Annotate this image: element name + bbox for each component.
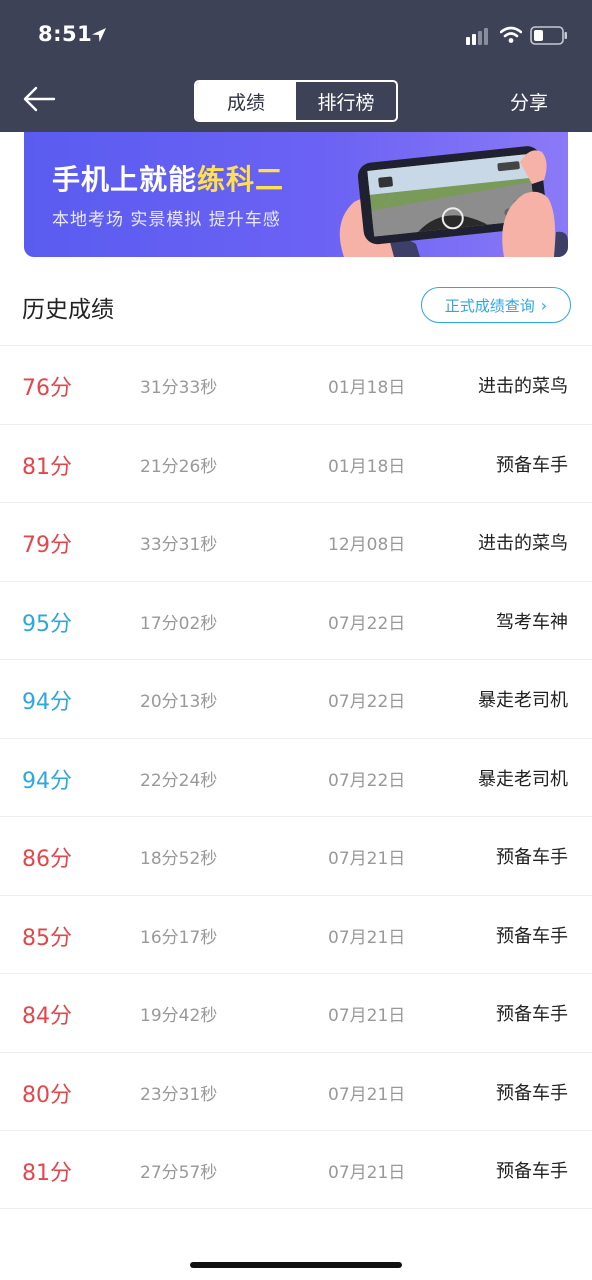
rank-title: 预备车手 (496, 925, 568, 947)
banner-title-highlight: 练科二 (197, 163, 285, 196)
exam-date: 07月21日 (328, 927, 406, 948)
score-row[interactable]: 84分 19分42秒 07月21日 预备车手 (0, 973, 592, 1052)
battery-icon (530, 26, 567, 45)
exam-duration: 31分33秒 (140, 378, 218, 398)
rank-title: 预备车手 (496, 1082, 568, 1104)
rank-title: 暴走老司机 (478, 690, 568, 711)
exam-date: 07月21日 (328, 1006, 406, 1026)
score-value: 79分 (22, 533, 72, 558)
exam-date: 07月21日 (328, 1163, 406, 1183)
exam-duration: 21分26秒 (140, 456, 218, 477)
banner-subtitle: 本地考场 实景模拟 提升车感 (52, 210, 281, 230)
home-indicator[interactable] (190, 1262, 402, 1268)
score-row[interactable]: 79分 33分31秒 12月08日 进击的菜鸟 (0, 502, 592, 581)
banner-title: 手机上就能练科二 (52, 158, 284, 198)
exam-duration: 18分52秒 (140, 849, 218, 869)
exam-date: 12月08日 (328, 535, 406, 555)
score-value: 85分 (22, 925, 72, 951)
rank-title: 进击的菜鸟 (478, 533, 568, 554)
back-arrow-icon[interactable] (22, 84, 56, 114)
history-section-title: 历史成绩 (22, 297, 114, 323)
score-row[interactable]: 85分 16分17秒 07月21日 预备车手 (0, 894, 592, 974)
rank-title: 预备车手 (496, 1161, 568, 1182)
score-row[interactable]: 94分 22分24秒 07月22日 暴走老司机 (0, 737, 592, 817)
score-value: 84分 (22, 1004, 72, 1029)
phone-game-illustration (339, 146, 568, 257)
score-value: 94分 (22, 690, 72, 715)
tab-leaderboard[interactable]: 排行榜 (296, 82, 396, 120)
score-row[interactable]: 80分 23分31秒 07月21日 预备车手 (0, 1051, 592, 1131)
cellular-signal-icon (466, 28, 488, 45)
score-value: 95分 (22, 611, 72, 637)
promo-banner[interactable]: 手机上就能练科二 本地考场 实景模拟 提升车感 (24, 132, 568, 257)
score-row[interactable]: 81分 27分57秒 07月21日 预备车手 (0, 1130, 592, 1209)
rank-title: 预备车手 (496, 847, 568, 868)
rank-title: 暴走老司机 (478, 768, 568, 790)
status-time: 8:51 (38, 22, 93, 46)
exam-date: 07月22日 (328, 613, 406, 634)
exam-date: 07月21日 (328, 849, 406, 869)
query-button-label: 正式成绩查询 (444, 296, 535, 315)
exam-duration: 33分31秒 (140, 535, 218, 555)
rank-title: 驾考车神 (496, 611, 568, 633)
rank-title: 预备车手 (496, 454, 568, 476)
exam-duration: 19分42秒 (140, 1006, 218, 1026)
exam-date: 07月21日 (328, 1084, 406, 1105)
exam-date: 07月22日 (328, 692, 406, 712)
exam-date: 07月22日 (328, 770, 406, 791)
exam-duration: 17分02秒 (140, 613, 218, 634)
segmented-control: 成绩 排行榜 (194, 80, 398, 122)
rank-title: 预备车手 (496, 1004, 568, 1025)
exam-duration: 23分31秒 (140, 1084, 218, 1105)
tab-scores[interactable]: 成绩 (196, 82, 296, 120)
score-row[interactable]: 76分 31分33秒 01月18日 进击的菜鸟 (0, 345, 592, 424)
score-value: 94分 (22, 768, 72, 794)
score-row[interactable]: 86分 18分52秒 07月21日 预备车手 (0, 816, 592, 895)
chevron-right-icon: › (540, 295, 548, 315)
exam-duration: 20分13秒 (140, 692, 218, 712)
exam-duration: 22分24秒 (140, 770, 218, 791)
top-header: 8:51 成绩 排行榜 分享 (0, 0, 592, 132)
exam-duration: 16分17秒 (140, 927, 218, 948)
share-button[interactable]: 分享 (510, 88, 548, 115)
score-value: 76分 (22, 376, 72, 401)
score-history-list: 76分 31分33秒 01月18日 进击的菜鸟 81分 21分26秒 01月18日 预备车手 7… (0, 345, 592, 1209)
exam-date: 01月18日 (328, 456, 406, 477)
exam-date: 01月18日 (328, 378, 406, 398)
wifi-icon (500, 26, 522, 43)
score-row[interactable]: 94分 20分13秒 07月22日 暴走老司机 (0, 659, 592, 738)
location-arrow-icon (92, 28, 106, 42)
score-row[interactable]: 95分 17分02秒 07月22日 驾考车神 (0, 580, 592, 660)
score-value: 80分 (22, 1082, 72, 1108)
rank-title: 进击的菜鸟 (478, 376, 568, 397)
banner-title-main: 手机上就能 (52, 163, 198, 196)
score-value: 81分 (22, 454, 72, 480)
official-score-query-button[interactable]: 正式成绩查询 › (421, 287, 571, 323)
score-row[interactable]: 81分 21分26秒 01月18日 预备车手 (0, 423, 592, 503)
score-value: 81分 (22, 1161, 72, 1186)
score-value: 86分 (22, 847, 72, 872)
exam-duration: 27分57秒 (140, 1163, 218, 1183)
